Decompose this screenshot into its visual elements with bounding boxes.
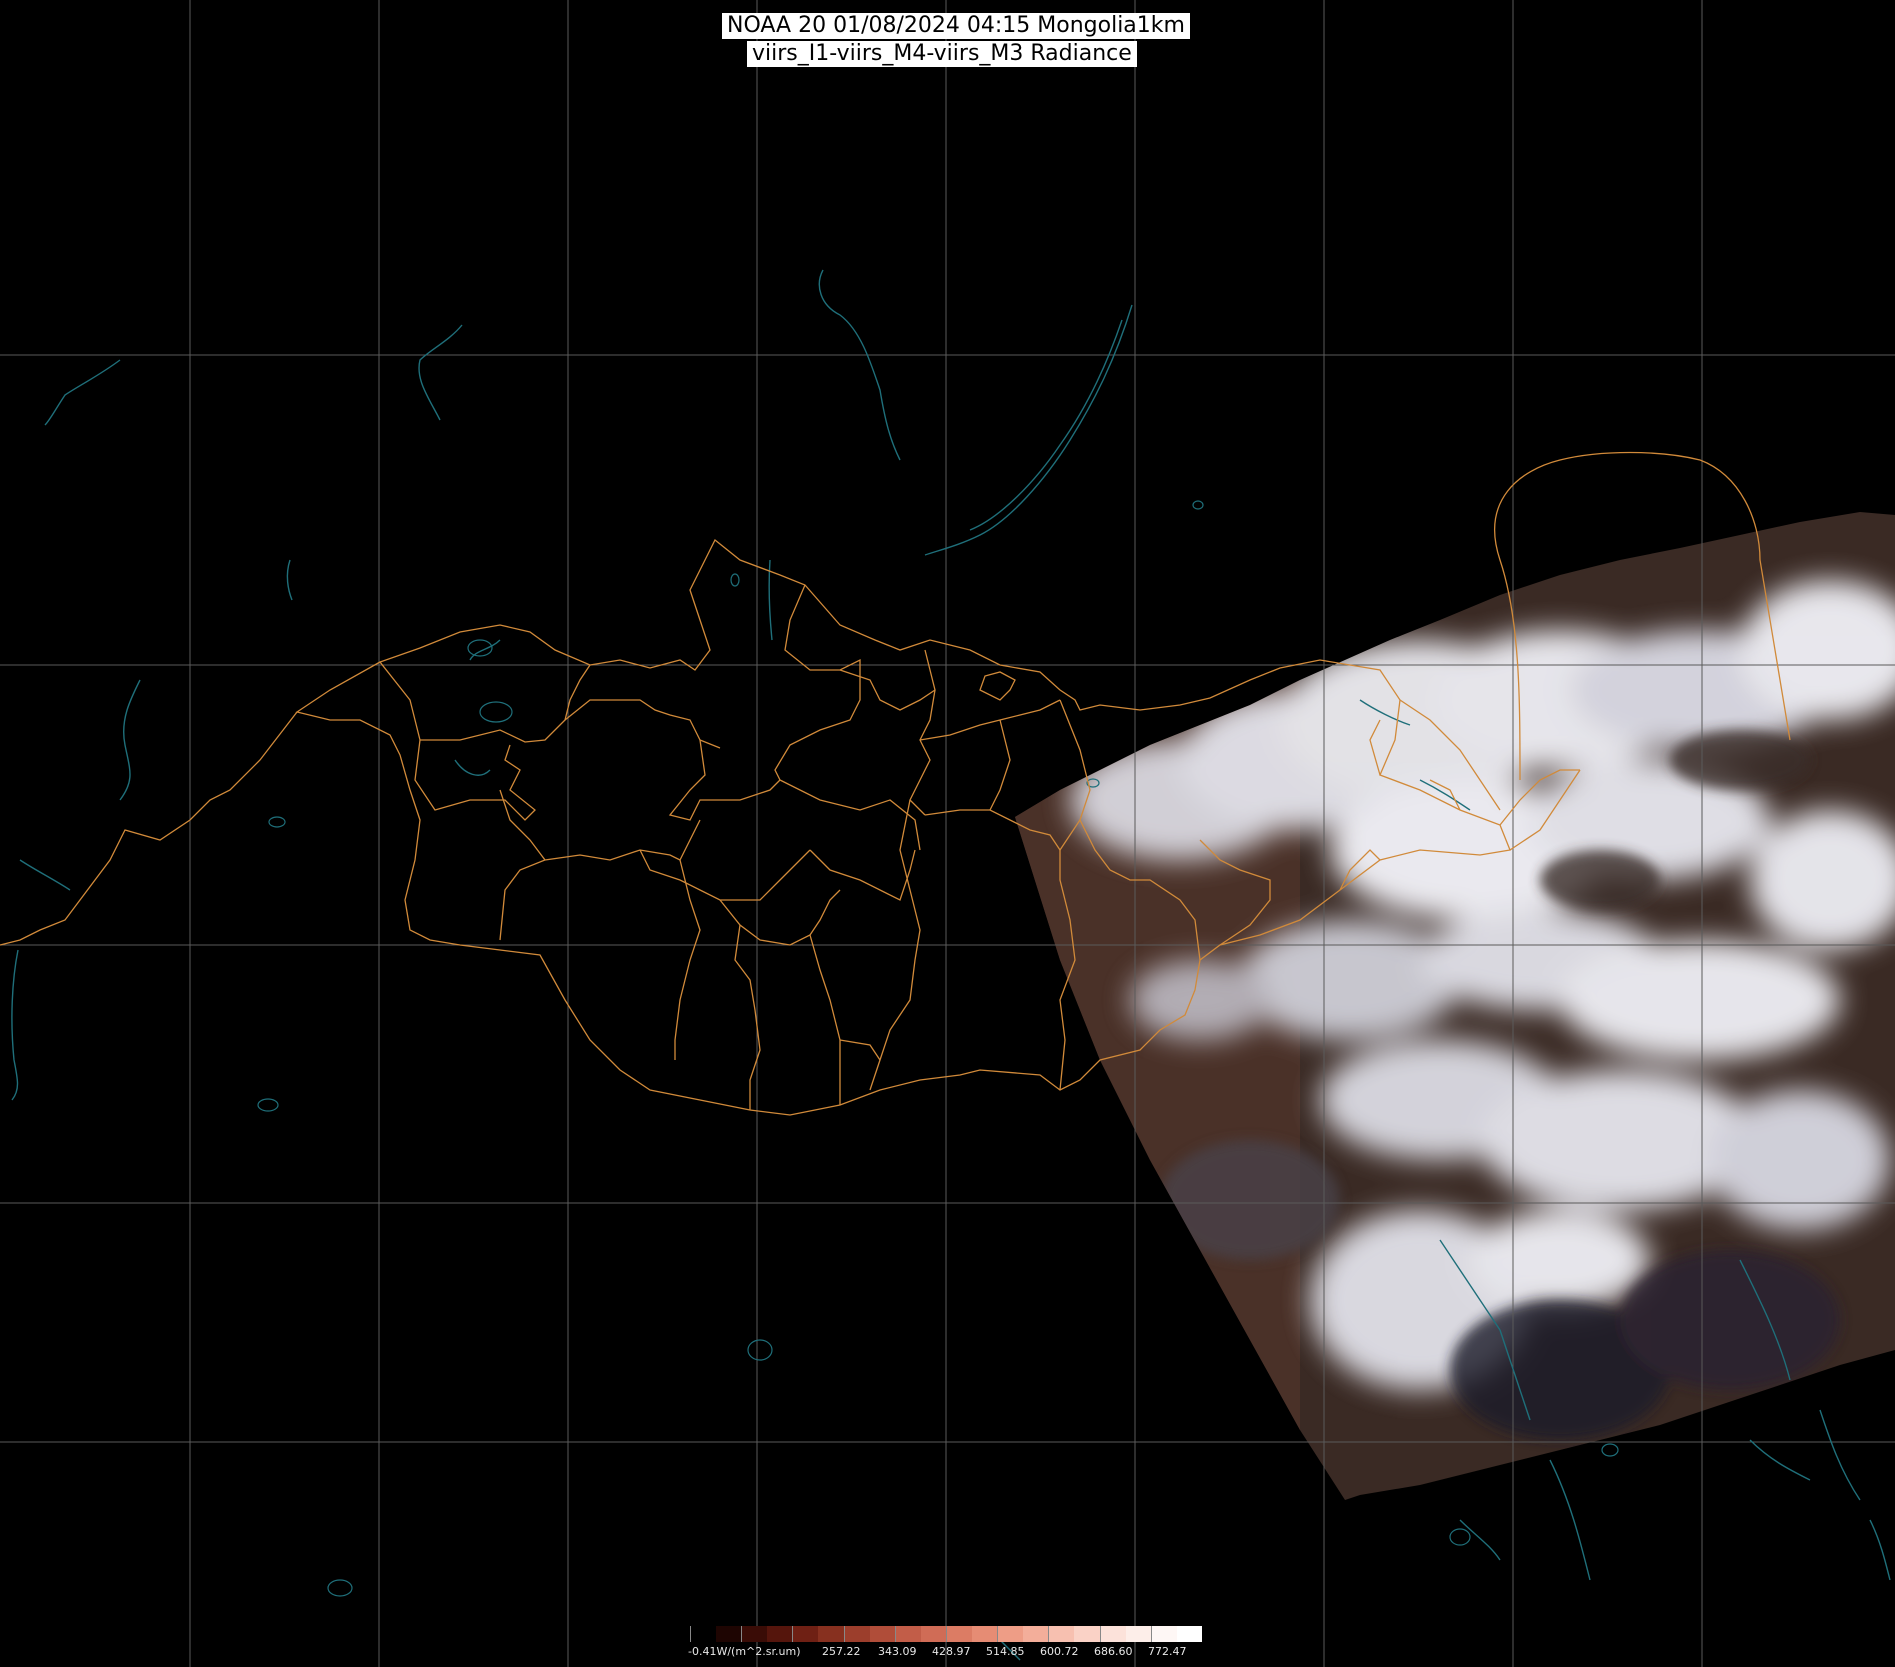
colorbar-label-3: 428.97 <box>932 1645 971 1658</box>
colorbar-swatch <box>716 1626 742 1642</box>
colorbar-swatch <box>843 1626 870 1642</box>
colorbar-swatch <box>997 1626 1024 1642</box>
colorbar-swatch <box>1176 1626 1202 1642</box>
colorbar-swatch <box>1074 1626 1100 1642</box>
colorbar-swatch <box>1023 1626 1049 1642</box>
colorbar-swatch <box>1099 1626 1126 1642</box>
satellite-map <box>0 0 1895 1667</box>
colorbar-label-5: 600.72 <box>1040 1645 1079 1658</box>
colorbar-swatch <box>920 1626 946 1642</box>
colorbar-swatch <box>792 1626 819 1642</box>
map-title-line1: NOAA 20 01/08/2024 04:15 Mongolia1km <box>722 13 1190 39</box>
colorbar-swatch <box>1125 1626 1151 1642</box>
colorbar-label-4: 514.85 <box>986 1645 1025 1658</box>
colorbar-swatch <box>972 1626 998 1642</box>
colorbar-swatch <box>818 1626 844 1642</box>
colorbar <box>690 1626 1202 1644</box>
colorbar-swatch <box>741 1626 768 1642</box>
colorbar-swatch <box>945 1626 973 1642</box>
colorbar-swatch <box>894 1626 921 1642</box>
colorbar-label-7: 772.47 <box>1148 1645 1187 1658</box>
map-title-line2: viirs_I1-viirs_M4-viirs_M3 Radiance <box>747 41 1137 67</box>
colorbar-swatch <box>869 1626 895 1642</box>
colorbar-swatch <box>690 1626 717 1642</box>
colorbar-swatch <box>1048 1626 1075 1642</box>
colorbar-label-2: 343.09 <box>878 1645 917 1658</box>
colorbar-label-1: 257.22 <box>822 1645 861 1658</box>
colorbar-label-0: -0.41W/(m^2.sr.um) <box>688 1645 801 1658</box>
colorbar-swatch <box>1150 1626 1177 1642</box>
colorbar-label-6: 686.60 <box>1094 1645 1133 1658</box>
colorbar-swatches <box>690 1626 1202 1642</box>
colorbar-swatch <box>767 1626 793 1642</box>
